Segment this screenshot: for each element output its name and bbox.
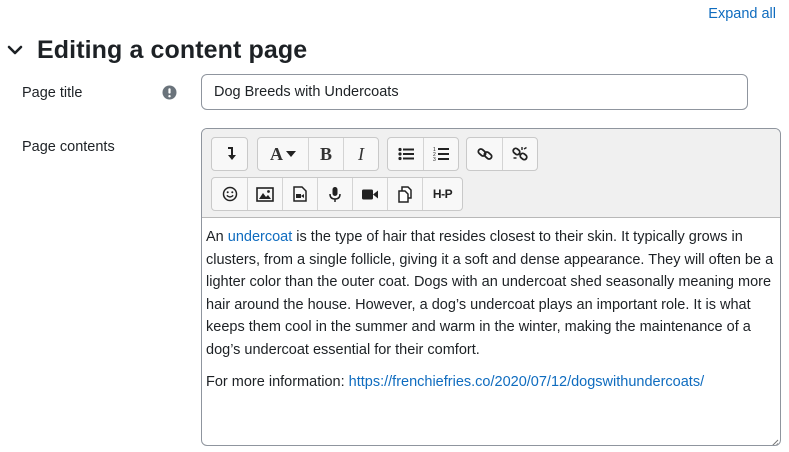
unordered-list-button[interactable] bbox=[388, 138, 423, 170]
more-info-link[interactable]: https://frenchiefries.co/2020/07/12/dogs… bbox=[349, 374, 704, 390]
toolbar-group-style: A B I bbox=[257, 137, 379, 171]
bold-button[interactable]: B bbox=[308, 138, 343, 170]
emoji-icon bbox=[222, 186, 238, 202]
manage-files-icon bbox=[397, 185, 413, 203]
link-icon bbox=[476, 146, 493, 162]
italic-icon: I bbox=[358, 143, 364, 164]
manage-files-button[interactable] bbox=[387, 178, 422, 210]
font-style-icon: A bbox=[270, 144, 296, 165]
page-title-input[interactable] bbox=[201, 74, 748, 110]
page-contents-label: Page contents bbox=[22, 139, 115, 155]
rich-text-editor: A B I 1 2 3 H-P An undercoat is the type… bbox=[201, 128, 781, 446]
chevron-down-icon[interactable] bbox=[5, 40, 25, 60]
text-segment: An bbox=[206, 229, 228, 245]
content-paragraph: An undercoat is the type of hair that re… bbox=[206, 226, 776, 362]
unlink-button[interactable] bbox=[502, 138, 537, 170]
h5p-button[interactable]: H-P bbox=[422, 178, 462, 210]
toolbar-group-collapse bbox=[211, 137, 248, 171]
unordered-list-icon bbox=[397, 147, 414, 161]
record-video-button[interactable] bbox=[352, 178, 387, 210]
font-style-button[interactable]: A bbox=[258, 138, 308, 170]
record-audio-button[interactable] bbox=[317, 178, 352, 210]
editor-toolbar: A B I 1 2 3 H-P bbox=[202, 129, 780, 218]
record-audio-icon bbox=[329, 186, 341, 203]
section-header: Editing a content page bbox=[5, 34, 307, 66]
unlink-icon bbox=[512, 146, 528, 162]
toolbar-group-lists: 1 2 3 bbox=[387, 137, 459, 171]
toolbar-group-insert: H-P bbox=[211, 177, 463, 211]
toolbar-group-links bbox=[466, 137, 538, 171]
media-icon bbox=[293, 186, 307, 202]
collapse-button[interactable] bbox=[212, 138, 247, 170]
link-button[interactable] bbox=[467, 138, 502, 170]
image-button[interactable] bbox=[247, 178, 282, 210]
expand-all-link[interactable]: Expand all bbox=[708, 6, 776, 22]
required-icon bbox=[162, 85, 177, 100]
collapse-icon bbox=[223, 146, 237, 162]
text-segment: is the type of hair that resides closest… bbox=[206, 229, 774, 358]
h5p-icon: H-P bbox=[432, 187, 453, 201]
record-video-icon bbox=[361, 188, 379, 201]
bold-icon: B bbox=[319, 143, 332, 164]
undercoat-link[interactable]: undercoat bbox=[228, 229, 293, 245]
text-segment: For more information: bbox=[206, 373, 349, 390]
editor-content[interactable]: An undercoat is the type of hair that re… bbox=[202, 218, 780, 393]
italic-button[interactable]: I bbox=[343, 138, 378, 170]
ordered-list-button[interactable]: 1 2 3 bbox=[423, 138, 458, 170]
emoji-button[interactable] bbox=[212, 178, 247, 210]
svg-text:3: 3 bbox=[433, 157, 436, 162]
content-paragraph: For more information: https://frenchiefr… bbox=[206, 371, 776, 394]
font-style-label: A bbox=[270, 143, 283, 164]
resize-handle-icon[interactable] bbox=[770, 435, 779, 445]
section-title: Editing a content page bbox=[37, 36, 308, 64]
ordered-list-icon: 1 2 3 bbox=[433, 146, 449, 162]
media-button[interactable] bbox=[282, 178, 317, 210]
page: Expand all Editing a content page Page t… bbox=[0, 0, 789, 452]
image-icon bbox=[256, 186, 274, 202]
page-title-label: Page title bbox=[22, 85, 83, 101]
